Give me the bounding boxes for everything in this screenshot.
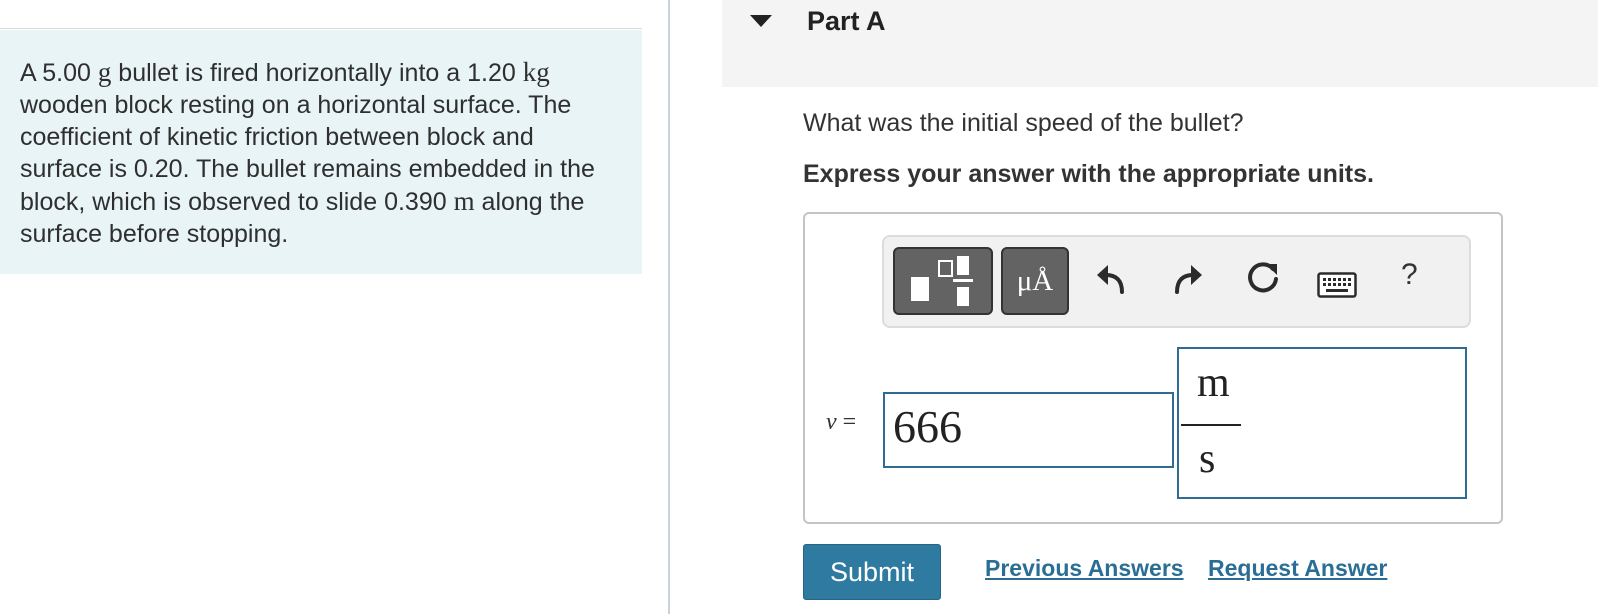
undo-icon[interactable] — [1095, 262, 1129, 296]
units-button[interactable]: μÅ — [1001, 247, 1069, 315]
request-answer-link[interactable]: Request Answer — [1208, 555, 1387, 582]
part-header[interactable]: Part A — [722, 0, 1598, 87]
unit-denominator: s — [1199, 436, 1216, 482]
unit-numerator: m — [1197, 360, 1230, 406]
submit-button[interactable]: Submit — [803, 544, 941, 600]
problem-statement: A 5.00 g bullet is fired horizontally in… — [0, 30, 642, 274]
pane-divider — [668, 0, 670, 614]
answer-value-input[interactable]: 666 — [883, 392, 1174, 468]
problem-text: A 5.00 g bullet is fired horizontally in… — [20, 57, 595, 248]
previous-answers-link[interactable]: Previous Answers — [985, 555, 1184, 582]
help-button[interactable]: ? — [1401, 258, 1418, 292]
problem-top-divider — [0, 28, 642, 29]
redo-icon[interactable] — [1170, 262, 1204, 296]
variable-label: v = — [826, 409, 856, 436]
problem-unit: kg — [522, 57, 550, 87]
keyboard-icon[interactable] — [1317, 272, 1357, 298]
collapse-caret-icon[interactable] — [750, 15, 772, 27]
problem-text-segment: A 5.00 — [20, 59, 98, 87]
instruction-text: Express your answer with the appropriate… — [803, 160, 1374, 188]
unit-fraction-bar — [1181, 424, 1241, 426]
fraction-bar-icon — [953, 279, 973, 282]
template-placeholder-icon — [938, 260, 953, 277]
problem-text-segment: bullet is fired horizontally into a 1.20 — [111, 59, 523, 87]
fraction-numerator-icon — [957, 256, 969, 275]
fraction-denominator-icon — [957, 287, 969, 306]
part-title: Part A — [807, 6, 886, 36]
question-text: What was the initial speed of the bullet… — [803, 109, 1244, 137]
problem-unit: g — [97, 57, 112, 87]
template-square-icon — [911, 277, 929, 301]
problem-unit: m — [453, 186, 475, 216]
answer-unit-input[interactable]: m s — [1177, 347, 1467, 499]
templates-button[interactable] — [893, 247, 993, 315]
equals-sign: = — [836, 409, 857, 435]
variable-symbol: v — [826, 409, 837, 435]
reset-icon[interactable] — [1244, 260, 1282, 298]
